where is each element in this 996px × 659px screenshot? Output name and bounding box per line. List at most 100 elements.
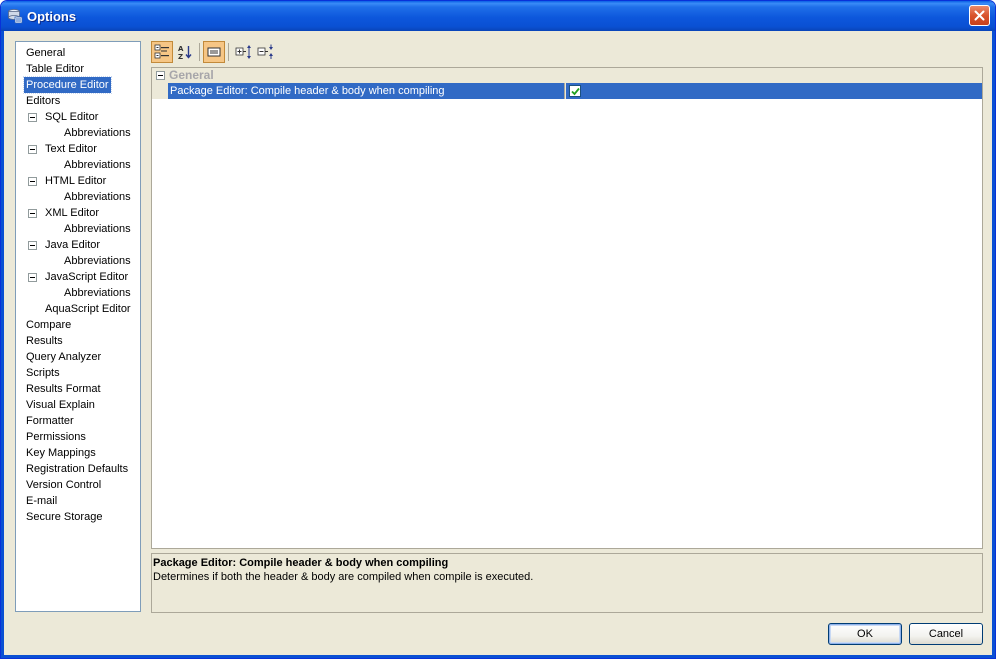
- nav-item[interactable]: Key Mappings: [16, 445, 140, 461]
- nav-item-label: Results Format: [26, 383, 101, 395]
- nav-item[interactable]: Secure Storage: [16, 509, 140, 525]
- nav-item-label: Scripts: [26, 367, 60, 379]
- nav-item-label: JavaScript Editor: [45, 271, 129, 283]
- expand-all-icon: [235, 45, 251, 59]
- property-name[interactable]: Package Editor: Compile header & body wh…: [168, 83, 565, 99]
- property-category-label: General: [169, 68, 214, 82]
- nav-item[interactable]: Permissions: [16, 429, 140, 445]
- title-bar[interactable]: Options: [1, 1, 995, 31]
- description-text: Determines if both the header & body are…: [153, 571, 534, 583]
- collapse-node-icon[interactable]: [28, 145, 37, 154]
- nav-item[interactable]: XML Editor: [16, 205, 140, 221]
- nav-item[interactable]: Abbreviations: [16, 253, 140, 269]
- nav-item-label: Compare: [26, 319, 72, 331]
- collapse-node-icon[interactable]: [28, 113, 37, 122]
- nav-item[interactable]: Procedure Editor: [16, 76, 140, 94]
- nav-item-label: Results: [26, 335, 63, 347]
- cancel-button[interactable]: Cancel: [909, 623, 983, 645]
- nav-item[interactable]: Abbreviations: [16, 221, 140, 237]
- nav-item[interactable]: Abbreviations: [16, 157, 140, 173]
- nav-item[interactable]: Results: [16, 333, 140, 349]
- nav-item[interactable]: JavaScript Editor: [16, 269, 140, 285]
- expand-all-button[interactable]: [233, 41, 255, 63]
- property-toolbar: A Z: [151, 41, 451, 63]
- nav-item-label: Secure Storage: [26, 511, 103, 523]
- nav-item[interactable]: Abbreviations: [16, 285, 140, 301]
- collapse-category-icon[interactable]: [156, 71, 165, 80]
- nav-item-label: Abbreviations: [64, 223, 131, 235]
- nav-item-label: Permissions: [26, 431, 86, 443]
- nav-item[interactable]: General: [16, 45, 140, 61]
- collapse-node-icon[interactable]: [28, 209, 37, 218]
- window-frame-right: [992, 31, 995, 658]
- nav-item-label: XML Editor: [45, 207, 100, 219]
- nav-item-label: Abbreviations: [64, 159, 131, 171]
- property-description-panel: Package Editor: Compile header & body wh…: [151, 553, 983, 613]
- options-category-tree[interactable]: General Table Editor Procedure Editor Edito…: [15, 41, 141, 612]
- toolbar-separator: [228, 43, 229, 61]
- nav-item[interactable]: E-mail: [16, 493, 140, 509]
- nav-item[interactable]: Scripts: [16, 365, 140, 381]
- database-stack-icon: [7, 8, 23, 24]
- ok-button[interactable]: OK: [828, 623, 902, 645]
- property-value[interactable]: [566, 83, 982, 99]
- nav-item-label: General: [26, 47, 66, 59]
- collapse-all-icon: [257, 44, 273, 59]
- checkmark-icon: [570, 87, 580, 95]
- property-row[interactable]: Package Editor: Compile header & body wh…: [152, 83, 982, 99]
- nav-item-label: Editors: [26, 95, 61, 107]
- nav-item[interactable]: Table Editor: [16, 61, 140, 77]
- nav-item-label: HTML Editor: [45, 175, 107, 187]
- property-category-general[interactable]: General: [152, 68, 982, 83]
- property-pages-icon: [207, 47, 221, 57]
- nav-item[interactable]: Abbreviations: [16, 189, 140, 205]
- collapse-node-icon[interactable]: [28, 273, 37, 282]
- nav-item[interactable]: HTML Editor: [16, 173, 140, 189]
- nav-item[interactable]: Formatter: [16, 413, 140, 429]
- nav-item[interactable]: Editors: [16, 93, 140, 109]
- description-title: Package Editor: Compile header & body wh…: [153, 557, 449, 569]
- nav-item[interactable]: Visual Explain: [16, 397, 140, 413]
- nav-item[interactable]: SQL Editor: [16, 109, 140, 125]
- nav-item[interactable]: Version Control: [16, 477, 140, 493]
- property-grid[interactable]: General Package Editor: Compile header &…: [151, 67, 983, 549]
- nav-item-label: Version Control: [26, 479, 102, 491]
- nav-item[interactable]: Query Analyzer: [16, 349, 140, 365]
- nav-item[interactable]: Java Editor: [16, 237, 140, 253]
- collapse-all-button[interactable]: [255, 41, 277, 63]
- nav-item[interactable]: Abbreviations: [16, 125, 140, 141]
- compile-header-body-checkbox[interactable]: [569, 85, 581, 97]
- nav-item-label: Query Analyzer: [26, 351, 102, 363]
- property-pages-button[interactable]: [203, 41, 225, 63]
- nav-item[interactable]: Compare: [16, 317, 140, 333]
- options-dialog: Options General Table Editor Procedure Edi…: [0, 0, 996, 659]
- categorized-view-button[interactable]: [151, 41, 173, 63]
- nav-item-label: Visual Explain: [26, 399, 95, 411]
- nav-item-label: Registration Defaults: [26, 463, 129, 475]
- close-icon: [974, 10, 985, 21]
- categorized-view-icon: [154, 44, 169, 59]
- nav-item[interactable]: Results Format: [16, 381, 140, 397]
- window-frame-bottom: [1, 655, 995, 658]
- nav-item[interactable]: Text Editor: [16, 141, 140, 157]
- nav-item-label: AquaScript Editor: [45, 303, 131, 315]
- sort-alphabetical-button[interactable]: A Z: [174, 41, 196, 63]
- sort-alphabetical-icon: A Z: [178, 45, 192, 60]
- toolbar-separator: [199, 43, 200, 61]
- nav-item-label: Key Mappings: [26, 447, 96, 459]
- window-title: Options: [27, 9, 77, 24]
- svg-text:Z: Z: [178, 53, 183, 60]
- collapse-node-icon[interactable]: [28, 177, 37, 186]
- nav-item-label: Text Editor: [45, 143, 97, 155]
- nav-item-label: Abbreviations: [64, 287, 131, 299]
- svg-text:A: A: [178, 45, 184, 53]
- nav-item-label: E-mail: [26, 495, 58, 507]
- collapse-node-icon[interactable]: [28, 241, 37, 250]
- nav-item[interactable]: Registration Defaults: [16, 461, 140, 477]
- window-frame-left: [1, 31, 4, 658]
- nav-item-label: Procedure Editor: [23, 76, 112, 94]
- nav-item[interactable]: AquaScript Editor: [16, 301, 140, 317]
- nav-item-label: Abbreviations: [64, 255, 131, 267]
- close-button[interactable]: [969, 5, 990, 26]
- nav-item-label: Abbreviations: [64, 191, 131, 203]
